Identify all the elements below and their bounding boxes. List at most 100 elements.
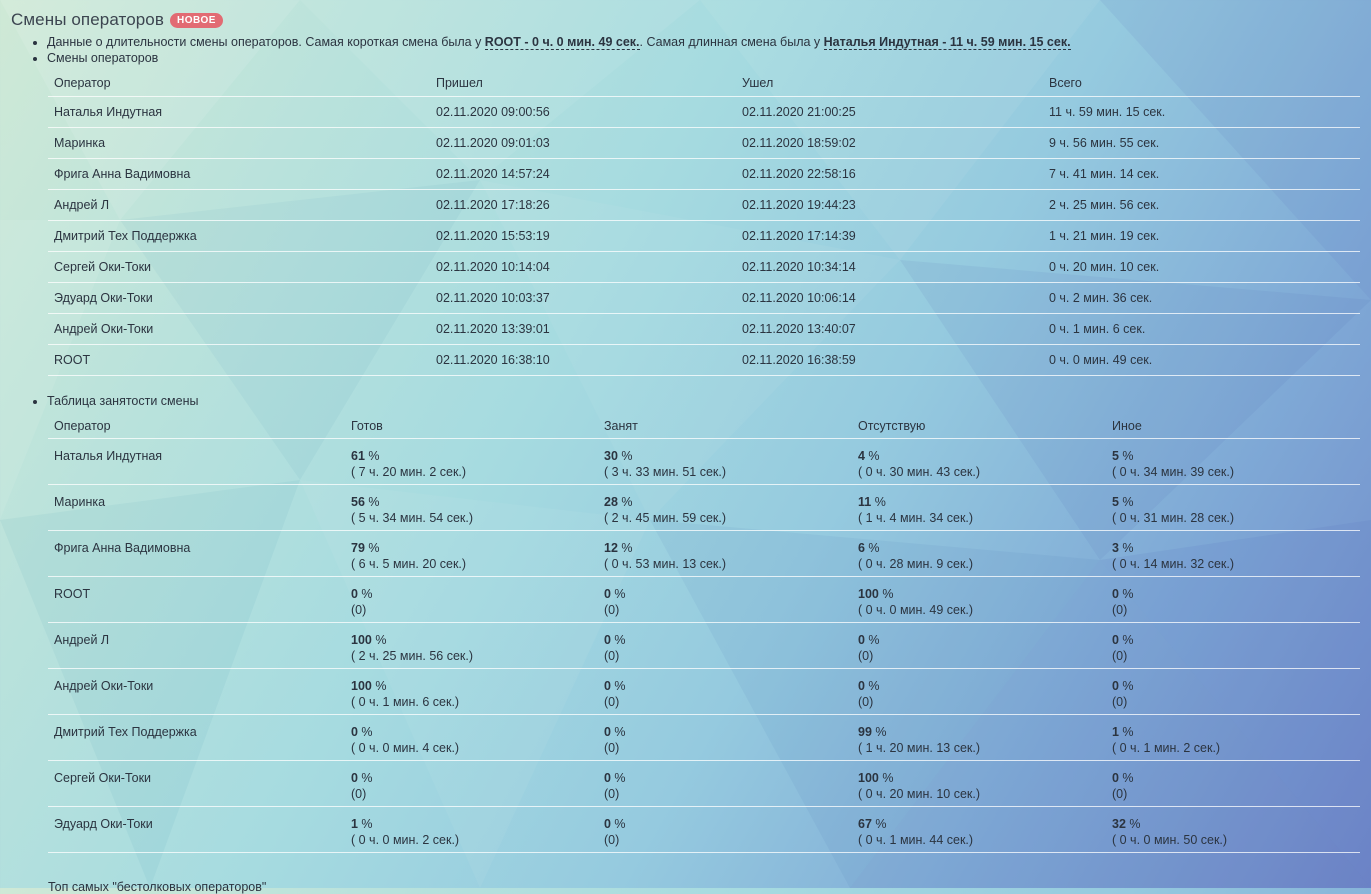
- table-row: Маринка 56 %( 5 ч. 34 мин. 54 сек.) 28 %( …: [48, 484, 1360, 531]
- percent-number: 1: [1112, 725, 1119, 739]
- percent-value: 30 %: [604, 448, 846, 464]
- percent-value: 5 %: [1112, 494, 1354, 510]
- operator-name: Андрей Оки-Токи: [48, 668, 345, 715]
- busy-cell: 0 % (0): [598, 760, 852, 807]
- busy-cell: 0 % (0): [598, 576, 852, 623]
- busy-cell: 1 %( 0 ч. 0 мин. 2 сек.): [345, 806, 598, 853]
- duration-value: ( 3 ч. 33 мин. 51 сек.): [604, 465, 727, 479]
- busy-cell: 100 %( 0 ч. 1 мин. 6 сек.): [345, 668, 598, 715]
- percent-sign: %: [364, 541, 380, 555]
- percent-number: 100: [858, 587, 879, 601]
- busy-cell: 0 % (0): [1106, 576, 1360, 623]
- percent-sign: %: [610, 771, 626, 785]
- duration-value: (0): [351, 787, 367, 801]
- percent-sign: %: [864, 541, 880, 555]
- percent-number: 0: [351, 587, 358, 601]
- percent-sign: %: [871, 495, 886, 509]
- duration-value: (0): [1112, 695, 1128, 709]
- percent-sign: %: [1118, 495, 1134, 509]
- percent-sign: %: [871, 817, 887, 831]
- percent-number: 0: [604, 633, 611, 647]
- column-header: Иное: [1106, 413, 1360, 439]
- table-cell: 02.11.2020 22:58:16: [736, 158, 1043, 190]
- percent-value: 0 %: [351, 724, 592, 740]
- busy-cell: 0 % (0): [598, 714, 852, 761]
- duration-value: ( 5 ч. 34 мин. 54 сек.): [351, 511, 474, 525]
- duration-value: (0): [858, 695, 874, 709]
- table-cell: 02.11.2020 16:38:10: [430, 344, 736, 376]
- percent-value: 0 %: [604, 724, 846, 740]
- percent-sign: %: [1118, 587, 1134, 601]
- table-cell: 02.11.2020 09:01:03: [430, 127, 736, 159]
- table-cell: 02.11.2020 14:57:24: [430, 158, 736, 190]
- busy-cell: 61 %( 7 ч. 20 мин. 2 сек.): [345, 438, 598, 485]
- table-cell: Андрей Оки-Токи: [48, 313, 430, 345]
- duration-value: (0): [604, 833, 620, 847]
- percent-sign: %: [357, 771, 373, 785]
- busy-cell: 0 % (0): [1106, 622, 1360, 669]
- percent-value: 0 %: [604, 632, 846, 648]
- busy-cell: 12 %( 0 ч. 53 мин. 13 сек.): [598, 530, 852, 577]
- table-header-row: Оператор Пришел Ушел Всего: [48, 70, 1360, 97]
- table-cell: 1 ч. 21 мин. 19 сек.: [1043, 220, 1360, 252]
- percent-sign: %: [610, 633, 626, 647]
- duration-value: ( 2 ч. 25 мин. 56 сек.): [351, 649, 474, 663]
- busy-cell: 0 %( 0 ч. 0 мин. 4 сек.): [345, 714, 598, 761]
- percent-sign: %: [878, 587, 894, 601]
- percent-sign: %: [357, 587, 373, 601]
- table-cell: 02.11.2020 15:53:19: [430, 220, 736, 252]
- table-cell: 02.11.2020 21:00:25: [736, 96, 1043, 128]
- percent-number: 0: [1112, 633, 1119, 647]
- percent-number: 0: [604, 679, 611, 693]
- percent-value: 0 %: [604, 816, 846, 832]
- duration-value: (0): [604, 741, 620, 755]
- duration-value: ( 0 ч. 0 мин. 2 сек.): [351, 833, 460, 847]
- column-header: Занят: [598, 413, 852, 439]
- percent-value: 1 %: [351, 816, 592, 832]
- busy-cell: 0 % (0): [852, 622, 1106, 669]
- busy-cell: 56 %( 5 ч. 34 мин. 54 сек.): [345, 484, 598, 531]
- percent-number: 0: [858, 679, 865, 693]
- busy-cell: 0 % (0): [1106, 760, 1360, 807]
- busy-cell: 1 %( 0 ч. 1 мин. 2 сек.): [1106, 714, 1360, 761]
- busy-cell: 32 %( 0 ч. 0 мин. 50 сек.): [1106, 806, 1360, 853]
- percent-sign: %: [357, 725, 373, 739]
- percent-number: 3: [1112, 541, 1119, 555]
- duration-value: (0): [1112, 649, 1128, 663]
- busy-cell: 67 %( 0 ч. 1 мин. 44 сек.): [852, 806, 1106, 853]
- duration-value: (0): [1112, 603, 1128, 617]
- longest-shift-link[interactable]: Наталья Индутная - 11 ч. 59 мин. 15 сек.: [823, 35, 1071, 50]
- percent-value: 11 %: [858, 494, 1100, 510]
- duration-value: ( 0 ч. 28 мин. 9 сек.): [858, 557, 974, 571]
- percent-sign: %: [357, 817, 373, 831]
- percent-value: 0 %: [1112, 632, 1354, 648]
- duration-value: ( 0 ч. 0 мин. 4 сек.): [351, 741, 460, 755]
- summary-text: Данные о длительности смены операторов. …: [47, 35, 485, 49]
- table-row: Андрей Л 02.11.2020 17:18:26 02.11.2020 19…: [48, 189, 1360, 221]
- table-cell: 02.11.2020 10:14:04: [430, 251, 736, 283]
- duration-value: (0): [1112, 787, 1128, 801]
- duration-value: ( 0 ч. 0 мин. 49 сек.): [858, 603, 974, 617]
- percent-sign: %: [864, 633, 880, 647]
- busy-cell: 100 %( 2 ч. 25 мин. 56 сек.): [345, 622, 598, 669]
- table-cell: 02.11.2020 18:59:02: [736, 127, 1043, 159]
- percent-number: 12: [604, 541, 618, 555]
- percent-sign: %: [1118, 633, 1134, 647]
- percent-number: 32: [1112, 817, 1126, 831]
- percent-sign: %: [1118, 679, 1134, 693]
- column-header: Готов: [345, 413, 598, 439]
- table-cell: 02.11.2020 16:38:59: [736, 344, 1043, 376]
- table-cell: 02.11.2020 19:44:23: [736, 189, 1043, 221]
- percent-number: 6: [858, 541, 865, 555]
- shortest-shift-link[interactable]: ROOT - 0 ч. 0 мин. 49 сек.: [484, 35, 640, 50]
- busy-section-label: Таблица занятости смены: [47, 393, 199, 409]
- column-header: Оператор: [48, 70, 430, 97]
- duration-value: (0): [604, 695, 620, 709]
- percent-value: 0 %: [604, 586, 846, 602]
- percent-sign: %: [610, 817, 626, 831]
- table-cell: Сергей Оки-Токи: [48, 251, 430, 283]
- duration-value: ( 0 ч. 0 мин. 50 сек.): [1112, 833, 1228, 847]
- percent-number: 0: [1112, 771, 1119, 785]
- percent-number: 30: [604, 449, 618, 463]
- operator-name: Наталья Индутная: [48, 438, 345, 485]
